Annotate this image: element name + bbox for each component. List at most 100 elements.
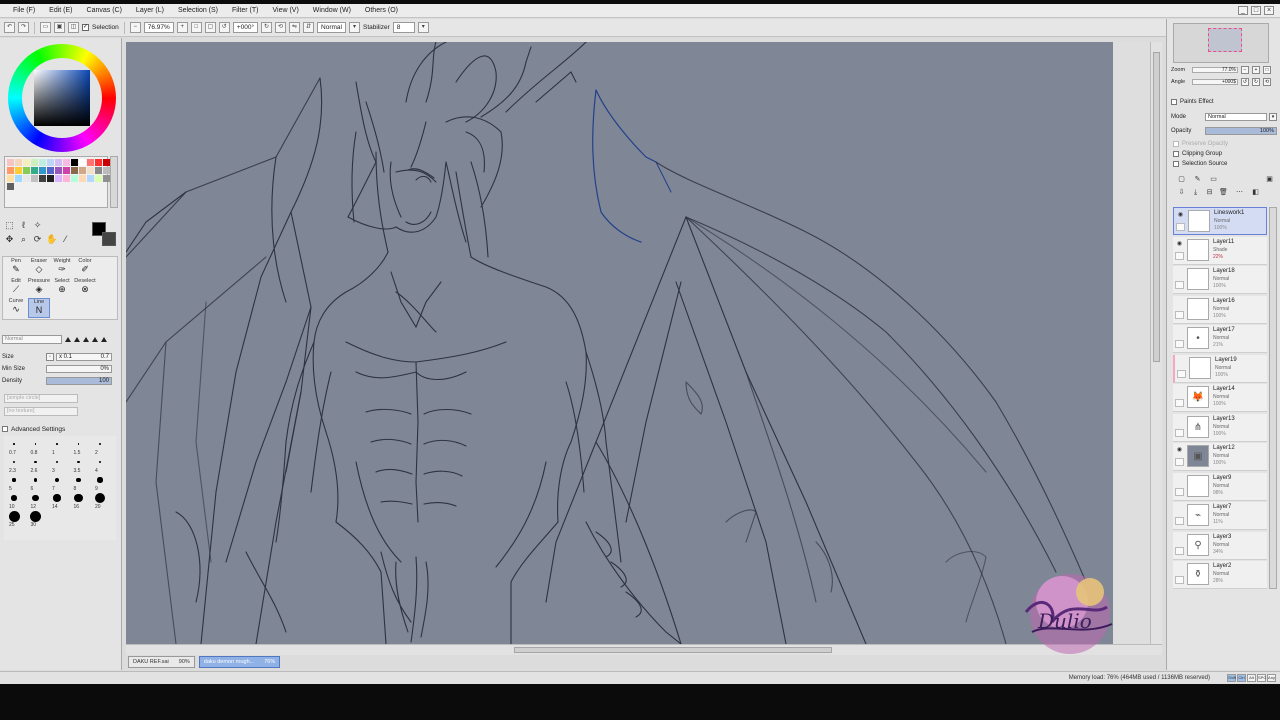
layer-row[interactable]: 🦊 Layer14 Normal 100%	[1173, 384, 1267, 412]
color-swatch[interactable]	[39, 175, 46, 182]
color-swatch[interactable]	[87, 175, 94, 182]
brush-size-preset-dot[interactable]	[77, 460, 80, 464]
color-swatch[interactable]	[87, 159, 94, 166]
menu-window[interactable]: Window (W)	[306, 7, 358, 14]
menu-edit[interactable]: Edit (E)	[42, 7, 79, 14]
brush-shape-triangle-icon[interactable]	[74, 336, 80, 342]
layer-panel-menu-icon[interactable]: ▣	[1265, 175, 1274, 184]
brush-size-preset-dot[interactable]	[12, 460, 15, 463]
layer-row[interactable]: Layer18 Normal 100%	[1173, 266, 1267, 294]
undo-icon[interactable]: ↶	[4, 22, 15, 33]
brush-select[interactable]: Select ⊕	[51, 278, 73, 298]
eye-hidden-icon[interactable]	[1175, 329, 1184, 336]
brush-size-preset-dot[interactable]	[54, 477, 60, 483]
rotate-left-icon[interactable]: ↺	[218, 22, 230, 33]
layer-row[interactable]: ◉ Layer11 Shade 22%	[1173, 236, 1267, 265]
eye-hidden-icon[interactable]	[1177, 359, 1186, 366]
magic-wand-icon[interactable]: ✧	[32, 220, 43, 231]
layer-mask-icon[interactable]: ◧	[1251, 188, 1260, 197]
angle-field[interactable]: +000°	[232, 22, 259, 33]
menu-selection[interactable]: Selection (S)	[171, 7, 225, 14]
mode-dropdown-icon[interactable]: ▾	[349, 22, 360, 33]
layer-lock-checkbox[interactable]	[1175, 546, 1184, 555]
brush-edit[interactable]: Edit ⟋	[5, 278, 27, 298]
brush-pen[interactable]: Pen ✎	[5, 258, 27, 278]
layer-lock-checkbox[interactable]	[1175, 281, 1184, 289]
maximize-button[interactable]: □	[1251, 6, 1261, 15]
new-linework-layer-icon[interactable]: ✎	[1193, 175, 1202, 184]
brush-size-preset-dot[interactable]	[30, 510, 41, 522]
color-swatch[interactable]	[7, 167, 14, 174]
zoom-icon[interactable]: ⌕	[18, 234, 29, 245]
brush-curve[interactable]: Curve ∿	[5, 298, 27, 318]
brush-size-preset-dot[interactable]	[12, 478, 16, 482]
tab-daku-demon-rough[interactable]: daku demon rough... 76%	[198, 656, 281, 668]
color-swatch[interactable]	[31, 167, 38, 174]
color-swatch[interactable]	[63, 167, 70, 174]
brush-size-preset-dot[interactable]	[74, 493, 83, 503]
brush-shape-triangle-icon[interactable]	[65, 336, 71, 342]
rotate-right-icon[interactable]: ↻	[261, 22, 273, 33]
horizontal-scrollbar-thumb[interactable]	[514, 647, 832, 653]
lasso-icon[interactable]: ℓ	[18, 220, 29, 231]
color-swatch[interactable]	[71, 167, 78, 174]
layer-lock-checkbox[interactable]	[1175, 310, 1184, 319]
brush-line[interactable]: Line N	[28, 298, 50, 318]
color-swatch[interactable]	[7, 183, 14, 190]
layer-row[interactable]: ⋔ Layer13 Normal 100%	[1173, 413, 1267, 442]
eye-hidden-icon[interactable]	[1175, 536, 1184, 543]
horizontal-scrollbar[interactable]	[126, 644, 1162, 655]
color-swatch[interactable]	[71, 159, 78, 166]
stabilizer-select[interactable]: 8	[392, 22, 415, 33]
brush-eraser[interactable]: Eraser ◇	[28, 258, 50, 278]
zoom-in-icon[interactable]: +	[176, 22, 188, 33]
advanced-settings-checkbox[interactable]	[2, 426, 8, 432]
swatch-scrollbar[interactable]	[110, 156, 118, 208]
brush-shape-triangle-icon[interactable]	[92, 336, 98, 342]
tab-daku-ref[interactable]: DAKU REF.sai 90%	[128, 656, 195, 668]
navigator-zoom-in-icon[interactable]: +	[1252, 66, 1260, 74]
menu-file[interactable]: File (F)	[6, 7, 42, 14]
color-swatch[interactable]	[63, 159, 70, 166]
move-icon[interactable]: ✥	[4, 234, 15, 245]
brush-size-preset-dot[interactable]	[34, 443, 37, 445]
navigator-zoom-slider[interactable]: 77.0%	[1192, 67, 1238, 73]
zoom-field[interactable]: 76.97%	[143, 22, 174, 33]
eye-hidden-icon[interactable]	[1175, 506, 1184, 513]
min-size-slider[interactable]: 0%	[46, 365, 112, 373]
color-swatch[interactable]	[79, 159, 86, 166]
menu-canvas[interactable]: Canvas (C)	[80, 7, 129, 14]
color-swatch[interactable]	[95, 175, 102, 182]
brush-size-preset-dot[interactable]	[56, 443, 58, 445]
color-swatch[interactable]	[31, 175, 38, 182]
navigator-preview[interactable]	[1173, 23, 1269, 63]
navigator-zoom-reset-icon[interactable]: □	[1263, 66, 1271, 74]
brush-color[interactable]: Color ✐	[74, 258, 96, 278]
color-swatch[interactable]	[55, 175, 62, 182]
merge-down-icon[interactable]: ⤓	[1191, 188, 1200, 197]
color-swatch[interactable]	[87, 167, 94, 174]
selection-rect-icon[interactable]: ⬚	[4, 220, 15, 231]
color-swatch[interactable]	[63, 175, 70, 182]
blend-mode-select[interactable]: Normal	[1205, 113, 1267, 121]
layer-row[interactable]: ⚲ Layer3 Normal 34%	[1173, 531, 1267, 560]
eyedropper-icon[interactable]: ⁄	[60, 234, 71, 245]
navigator-viewport[interactable]	[1208, 28, 1242, 52]
layer-row[interactable]: ⚱ Layer2 Normal 28%	[1173, 561, 1267, 589]
eye-hidden-icon[interactable]	[1175, 477, 1184, 484]
saturation-value-square[interactable]	[34, 70, 90, 126]
layer-lock-checkbox[interactable]	[1175, 251, 1184, 260]
view-mode-select[interactable]: Normal	[317, 22, 346, 33]
color-swatch[interactable]	[47, 175, 54, 182]
brush-size-preset-dot[interactable]	[33, 478, 38, 482]
color-swatch[interactable]	[39, 159, 46, 166]
color-swatch[interactable]	[39, 167, 46, 174]
selection-visible-checkbox[interactable]: ✓	[82, 24, 89, 31]
selection-source-toggle[interactable]: Selection Source	[1173, 161, 1227, 167]
layer-lock-checkbox[interactable]	[1175, 399, 1184, 407]
vertical-scrollbar[interactable]	[1150, 42, 1162, 644]
menu-others[interactable]: Others (O)	[358, 7, 405, 14]
eye-hidden-icon[interactable]	[1175, 565, 1184, 572]
brush-shape-triangle-icon[interactable]	[83, 336, 89, 342]
layer-row[interactable]: Layer9 Normal 98%	[1173, 472, 1267, 501]
